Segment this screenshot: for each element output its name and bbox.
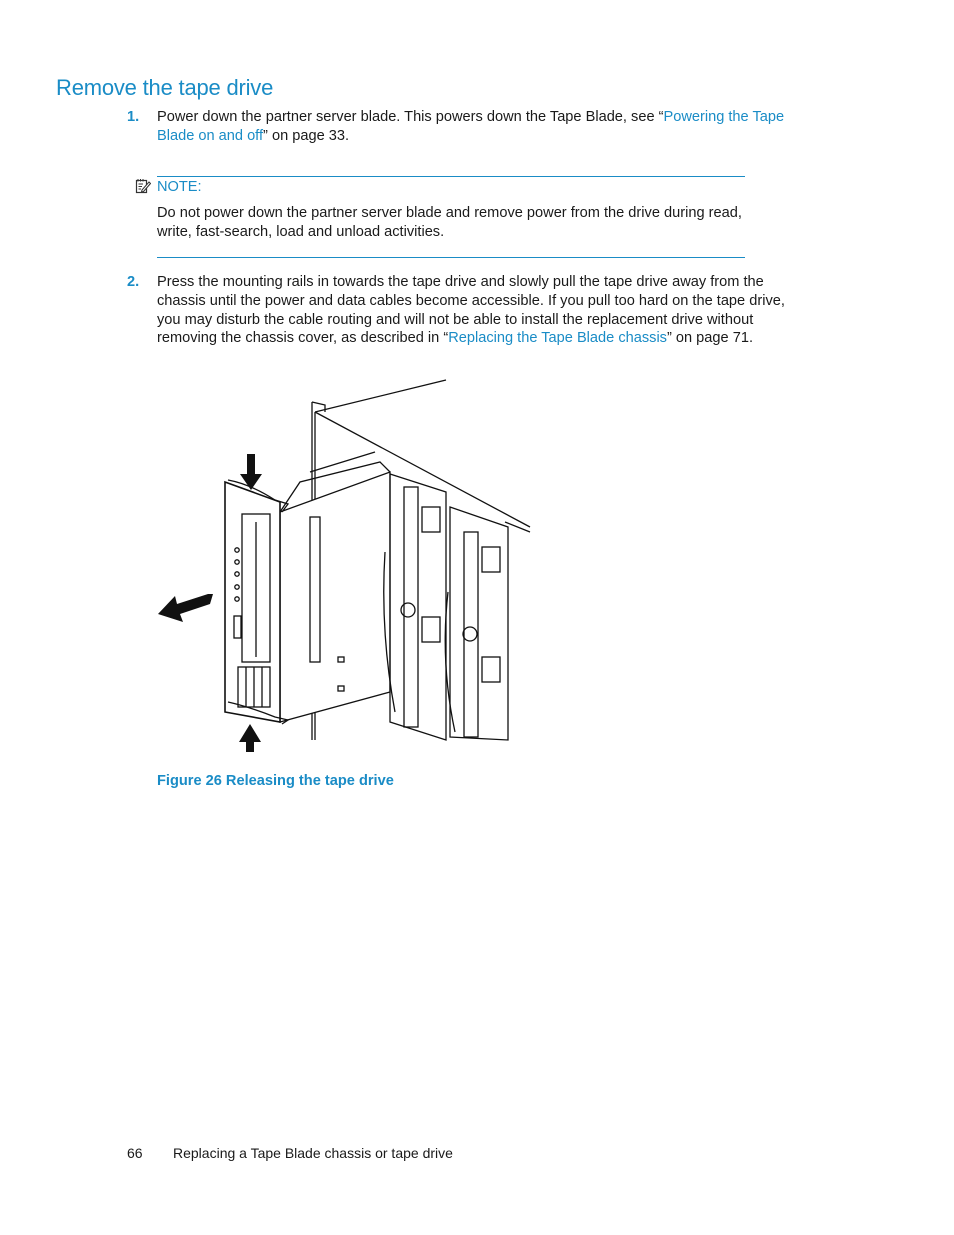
figure-caption: Figure 26 Releasing the tape drive — [157, 773, 394, 789]
step-text: ” on page 71. — [666, 330, 753, 347]
step-text: ” on page 33. — [263, 127, 350, 144]
note-title: NOTE: — [157, 179, 202, 195]
page-number: 66 — [127, 1145, 143, 1161]
step-number: 2. — [127, 274, 140, 290]
note-bottom-rule — [157, 257, 745, 258]
tape-drive-figure — [158, 379, 531, 752]
step-text: Power down the partner server blade. Thi… — [157, 109, 664, 125]
step-2-text: Press the mounting rails in towards the … — [157, 273, 797, 348]
server-blades — [383, 473, 509, 741]
link-replacing-chassis[interactable]: Replacing the Tape Blade chassis — [448, 330, 667, 346]
footer-chapter-title: Replacing a Tape Blade chassis or tape d… — [173, 1145, 453, 1161]
note-pencil-icon — [135, 179, 151, 194]
tape-drive — [224, 451, 391, 725]
section-heading: Remove the tape drive — [56, 75, 274, 100]
pull-arrow-icon — [158, 594, 213, 622]
press-up-arrow-icon — [239, 724, 261, 752]
step-1-text: Power down the partner server blade. Thi… — [157, 108, 797, 146]
step-number: 1. — [127, 109, 140, 125]
note-top-rule — [157, 176, 745, 177]
note-body: Do not power down the partner server bla… — [157, 205, 742, 240]
